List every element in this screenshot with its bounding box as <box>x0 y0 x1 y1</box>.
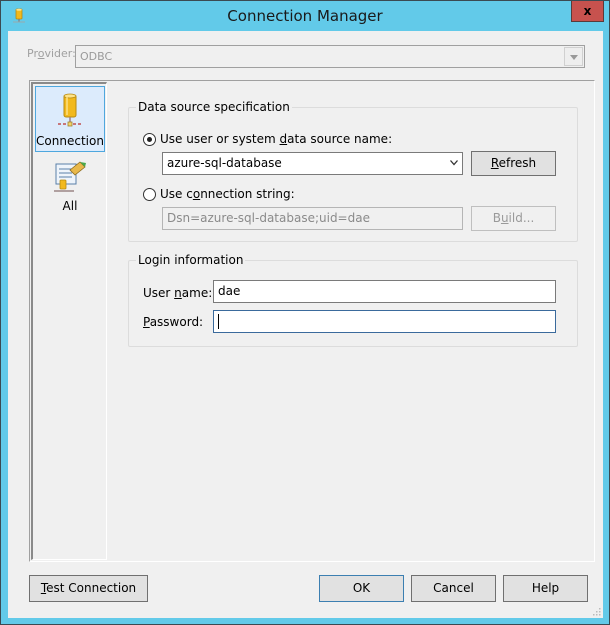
properties-icon <box>54 161 86 192</box>
dsn-radio[interactable]: Use user or system data source name: <box>143 132 392 146</box>
username-value: dae <box>218 284 241 298</box>
refresh-button[interactable]: Refresh <box>471 151 556 176</box>
dsn-value: azure-sql-database <box>167 156 282 170</box>
sidebar-item-label: All <box>62 199 78 213</box>
page-sidebar: Connection All <box>31 82 107 560</box>
sidebar-item-connection[interactable]: Connection <box>35 86 105 152</box>
main-panel: Connection All Data source specification… <box>29 80 595 562</box>
connection-manager-window: Connection Manager x Provider: ODBC Conn… <box>0 0 610 625</box>
window-title: Connection Manager <box>227 7 383 25</box>
data-source-group: Data source specification Use user or sy… <box>128 100 578 242</box>
dsn-combobox[interactable]: azure-sql-database <box>162 152 463 175</box>
provider-select[interactable]: ODBC <box>75 45 585 68</box>
ok-button[interactable]: OK <box>319 575 404 602</box>
sidebar-item-label: Connection <box>36 134 104 148</box>
username-input[interactable]: dae <box>213 280 556 303</box>
password-label: Password: <box>143 315 204 329</box>
cancel-button[interactable]: Cancel <box>411 575 496 602</box>
connection-string-radio[interactable]: Use connection string: <box>143 187 295 201</box>
sidebar-item-all[interactable]: All <box>35 160 105 220</box>
help-button[interactable]: Help <box>503 575 588 602</box>
dsn-radio-label: Use user or system data source name: <box>160 132 393 146</box>
connection-string-value: Dsn=azure-sql-database;uid=dae <box>167 211 370 225</box>
close-button[interactable]: x <box>571 1 604 22</box>
test-connection-button[interactable]: Test Connection <box>29 575 148 602</box>
login-group: Login information User name: dae Passwor… <box>128 253 578 347</box>
connection-page: Data source specification Use user or sy… <box>110 81 594 561</box>
provider-label: Provider: <box>27 47 76 60</box>
text-cursor <box>218 314 219 329</box>
database-icon <box>58 93 82 127</box>
dialog-body: Provider: ODBC Connection All Data sourc… <box>8 31 603 618</box>
title-bar[interactable]: Connection Manager x <box>1 1 609 31</box>
radio-unchecked-icon <box>143 187 156 201</box>
radio-checked-icon <box>143 132 156 146</box>
resize-grip-icon[interactable] <box>591 606 601 616</box>
data-source-group-title: Data source specification <box>136 100 292 114</box>
connection-string-radio-label: Use connection string: <box>160 187 295 201</box>
password-input[interactable] <box>213 310 556 333</box>
username-label: User name: <box>143 286 213 300</box>
connection-string-input[interactable]: Dsn=azure-sql-database;uid=dae <box>162 207 463 230</box>
chevron-down-icon[interactable] <box>450 160 458 166</box>
login-group-title: Login information <box>136 253 246 267</box>
provider-value: ODBC <box>80 50 113 63</box>
chevron-down-icon[interactable] <box>564 47 583 66</box>
build-button[interactable]: Build... <box>471 206 556 231</box>
